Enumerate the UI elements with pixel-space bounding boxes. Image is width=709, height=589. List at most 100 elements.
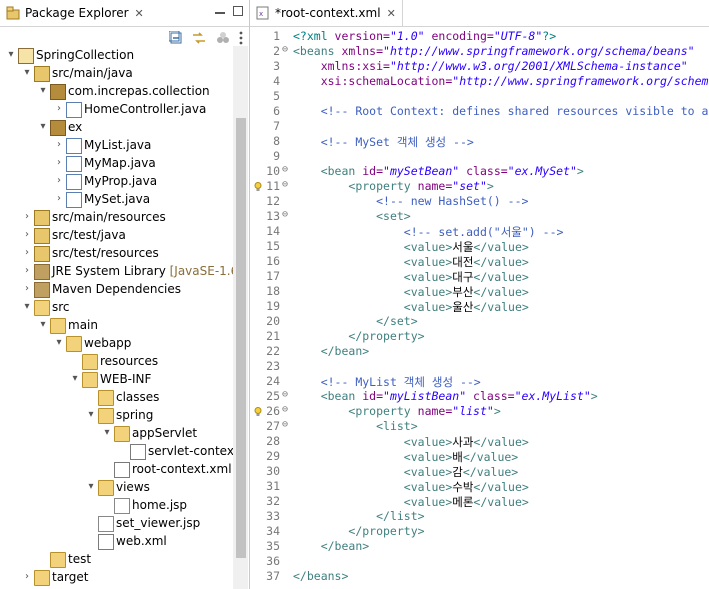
tree-item[interactable]: ▾ main — [0, 316, 232, 334]
chevron-down-icon[interactable]: ▾ — [102, 424, 112, 442]
tree-item[interactable]: home.jsp — [0, 496, 232, 514]
maximize-icon[interactable] — [233, 6, 243, 16]
chevron-right-icon[interactable]: › — [22, 208, 32, 226]
tree-item[interactable]: › MyList.java — [0, 136, 232, 154]
chevron-right-icon[interactable]: › — [54, 100, 64, 118]
tree-item[interactable]: ▾ ex — [0, 118, 232, 136]
tree-item[interactable]: › MyMap.java — [0, 154, 232, 172]
code-line[interactable]: <!-- MyList 객체 생성 --> — [293, 374, 481, 390]
close-icon[interactable]: ✕ — [387, 7, 396, 20]
lightbulb-icon[interactable] — [254, 181, 262, 191]
tree-item[interactable]: › MyProp.java — [0, 172, 232, 190]
code-line[interactable]: <property name="set"> — [293, 179, 493, 193]
fold-toggle-icon[interactable]: ⊖ — [282, 419, 292, 430]
code-line[interactable]: <!-- new HashSet() --> — [293, 194, 528, 208]
tree-item[interactable]: test — [0, 550, 232, 568]
collapse-all-icon[interactable] — [169, 31, 183, 45]
chevron-down-icon[interactable]: ▾ — [38, 118, 48, 136]
chevron-down-icon[interactable]: ▾ — [70, 370, 80, 388]
tree-item[interactable]: ▾ com.increpas.collection — [0, 82, 232, 100]
code-line[interactable]: <value>메론</value> — [293, 494, 529, 510]
code-line[interactable]: <value>대구</value> — [293, 269, 529, 285]
code-line[interactable]: <!-- MySet 객체 생성 --> — [293, 134, 474, 150]
chevron-down-icon[interactable]: ▾ — [54, 334, 64, 352]
chevron-right-icon[interactable]: › — [54, 136, 64, 154]
view-menu-icon[interactable] — [239, 31, 243, 45]
chevron-right-icon[interactable]: › — [22, 280, 32, 298]
code-line[interactable]: <!-- Root Context: defines shared resour… — [293, 104, 709, 118]
code-line[interactable]: </bean> — [293, 539, 369, 553]
code-line[interactable]: <value>대전</value> — [293, 254, 529, 270]
chevron-down-icon[interactable]: ▾ — [38, 82, 48, 100]
chevron-right-icon[interactable]: › — [22, 244, 32, 262]
chevron-right-icon[interactable]: › — [54, 190, 64, 208]
tree-item[interactable]: › target — [0, 568, 232, 586]
chevron-right-icon[interactable]: › — [22, 262, 32, 280]
code-line[interactable]: <set> — [293, 209, 411, 223]
xml-source-editor[interactable]: 1 <?xml version="1.0" encoding="UTF-8"?> 2… — [250, 27, 709, 589]
tree-item[interactable]: ▾ src/main/java — [0, 64, 232, 82]
focus-icon[interactable] — [215, 31, 231, 45]
fold-toggle-icon[interactable]: ⊖ — [282, 209, 292, 220]
chevron-down-icon[interactable]: ▾ — [6, 46, 16, 64]
chevron-down-icon[interactable]: ▾ — [86, 478, 96, 496]
chevron-down-icon[interactable]: ▾ — [86, 406, 96, 424]
fold-toggle-icon[interactable]: ⊖ — [282, 179, 292, 190]
tree-item[interactable]: root-context.xml — [0, 460, 232, 478]
chevron-right-icon[interactable]: › — [22, 226, 32, 244]
tree-item[interactable]: web.xml — [0, 532, 232, 550]
code-line[interactable]: <list> — [293, 419, 418, 433]
minimize-icon[interactable] — [215, 6, 225, 14]
tree-item[interactable]: ▾ SpringCollection — [0, 46, 232, 64]
code-line[interactable]: <bean id="myListBean" class="ex.MyList"> — [293, 389, 598, 403]
tree-item[interactable]: › src/main/resources — [0, 208, 232, 226]
tree-item[interactable]: › src/test/resources — [0, 244, 232, 262]
fold-toggle-icon[interactable]: ⊖ — [282, 164, 292, 175]
tree-item[interactable]: ▾ webapp — [0, 334, 232, 352]
code-line[interactable]: <value>수박</value> — [293, 479, 529, 495]
fold-toggle-icon[interactable]: ⊖ — [282, 404, 292, 415]
tree-scrollbar-thumb[interactable] — [236, 118, 246, 558]
link-with-editor-icon[interactable] — [191, 31, 207, 45]
tree-item[interactable]: set_viewer.jsp — [0, 514, 232, 532]
tree-item[interactable]: › src/test/java — [0, 226, 232, 244]
chevron-down-icon[interactable]: ▾ — [38, 316, 48, 334]
tree-item[interactable]: › JRE System Library [JavaSE-1.6] — [0, 262, 243, 280]
code-line[interactable]: xmlns:xsi="http://www.w3.org/2001/XMLSch… — [293, 59, 688, 73]
code-line[interactable]: <value>부산</value> — [293, 284, 529, 300]
chevron-right-icon[interactable]: › — [54, 154, 64, 172]
fold-toggle-icon[interactable]: ⊖ — [282, 389, 292, 400]
tree-item[interactable]: ▾ spring — [0, 406, 232, 424]
tree-item[interactable]: › HomeController.java — [0, 100, 232, 118]
code-line[interactable]: </list> — [293, 509, 424, 523]
tree-item[interactable]: resources — [0, 352, 232, 370]
tree-item[interactable]: › MySet.java — [0, 190, 232, 208]
code-line[interactable]: <bean id="mySetBean" class="ex.MySet"> — [293, 164, 584, 178]
code-line[interactable]: <!-- set.add("서울") --> — [293, 224, 564, 240]
code-line[interactable]: </property> — [293, 524, 424, 538]
lightbulb-icon[interactable] — [254, 406, 262, 416]
fold-toggle-icon[interactable]: ⊖ — [282, 44, 292, 55]
code-line[interactable]: </property> — [293, 329, 424, 343]
chevron-right-icon[interactable]: › — [54, 172, 64, 190]
tree-item[interactable]: servlet-context. — [0, 442, 242, 460]
code-line[interactable]: <value>울산</value> — [293, 299, 529, 315]
chevron-right-icon[interactable]: › — [22, 568, 32, 586]
code-line[interactable]: xsi:schemaLocation="http://www.springfra… — [293, 74, 709, 88]
code-line[interactable]: <beans xmlns="http://www.springframework… — [293, 44, 695, 58]
code-line[interactable]: </beans> — [293, 569, 348, 583]
close-icon[interactable]: ✕ — [135, 7, 144, 20]
tree-item[interactable]: classes — [0, 388, 232, 406]
tree-item[interactable]: › Maven Dependencies — [0, 280, 232, 298]
tree-item[interactable]: ▾ appServlet — [0, 424, 232, 442]
chevron-down-icon[interactable]: ▾ — [22, 64, 32, 82]
code-line[interactable]: <?xml version="1.0" encoding="UTF-8"?> — [293, 29, 556, 43]
code-line[interactable]: <value>서울</value> — [293, 239, 529, 255]
editor-tab-root-context[interactable]: x *root-context.xml ✕ — [250, 0, 403, 26]
tree-item[interactable]: ▾ src — [0, 298, 232, 316]
code-line[interactable]: <property name="list"> — [293, 404, 500, 418]
tree-item[interactable]: ▾ views — [0, 478, 232, 496]
code-line[interactable]: <value>배</value> — [293, 449, 518, 465]
code-line[interactable]: </set> — [293, 314, 418, 328]
package-explorer-tab[interactable]: Package Explorer ✕ — [0, 0, 150, 26]
